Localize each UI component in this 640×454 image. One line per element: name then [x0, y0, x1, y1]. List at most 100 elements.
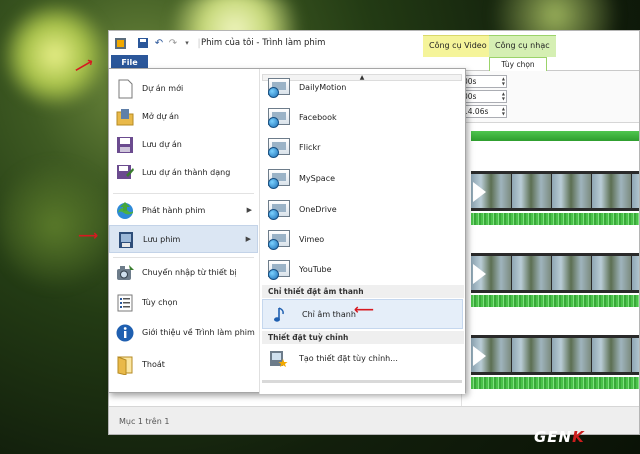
submenu-item-flickr[interactable]: Flickr	[260, 133, 466, 163]
info-icon	[115, 323, 135, 343]
item-count-status: Mục 1 trên 1	[119, 417, 170, 426]
submenu-item-onedrive[interactable]: OneDrive	[260, 195, 466, 225]
submenu-item-label: Facebook	[299, 113, 337, 122]
audio-waveform[interactable]	[471, 377, 639, 389]
spinner-arrows-icon[interactable]: ▲ ▼	[502, 106, 505, 116]
annotation-arrow-save-movie-icon: ⟶	[78, 228, 99, 244]
device-screen-icon	[268, 78, 290, 98]
menu-item-label: Phát hành phim	[142, 206, 206, 215]
menu-item-new-project[interactable]: Dự án mới	[109, 75, 258, 103]
submenu-item-label: OneDrive	[299, 205, 337, 214]
menu-separator	[113, 193, 254, 194]
tab-options[interactable]: Tùy chọn	[489, 57, 547, 72]
music-note-icon	[271, 305, 293, 325]
play-marker-icon	[473, 182, 486, 202]
submenu-item-vimeo[interactable]: Vimeo	[260, 225, 466, 255]
submenu-item-label: DailyMotion	[299, 83, 347, 92]
save-movie-submenu: ▲ DailyMotion Facebook Flickr MySpace On…	[259, 69, 465, 394]
frame-divider	[511, 338, 512, 372]
tab-video-tools[interactable]: Công cụ Video	[423, 35, 493, 57]
audio-waveform[interactable]	[471, 295, 639, 307]
menu-item-about[interactable]: Giới thiệu về Trình làm phim	[109, 319, 258, 347]
menu-item-save-movie[interactable]: Lưu phim ▶	[109, 225, 258, 253]
menu-separator	[113, 257, 254, 258]
background-flower	[0, 0, 110, 110]
music-track-bar[interactable]	[471, 131, 639, 141]
video-clip[interactable]	[471, 171, 639, 211]
frame-divider	[631, 174, 632, 208]
submenu-arrow-icon: ▶	[246, 206, 252, 214]
globe-badge-icon	[268, 239, 279, 250]
spinner-arrows-icon[interactable]: ▲ ▼	[502, 76, 505, 86]
end-time-spinner[interactable]: 00s ▲ ▼	[459, 90, 507, 103]
publish-globe-icon	[115, 201, 135, 221]
submenu-item-facebook[interactable]: Facebook	[260, 103, 466, 133]
import-camera-icon	[115, 263, 135, 283]
spinner-value: 14.06s	[463, 107, 489, 116]
menu-item-label: Mở dự án	[142, 112, 180, 121]
menu-item-label: Lưu dự án thành dạng	[142, 168, 231, 177]
menu-item-save-project[interactable]: Lưu dự án	[109, 131, 258, 159]
submenu-item-dailymotion[interactable]: DailyMotion	[260, 73, 466, 103]
new-project-icon	[115, 79, 135, 99]
frame-divider	[631, 256, 632, 290]
menu-item-label: Dự án mới	[142, 84, 184, 93]
title-bar: ↶ ↷ ▾ | Phim của tôi - Trình làm phim	[109, 31, 639, 57]
device-screen-icon	[268, 138, 290, 158]
frame-divider	[551, 338, 552, 372]
globe-badge-icon	[268, 178, 279, 189]
duration-spinner[interactable]: 14.06s ▲ ▼	[459, 105, 507, 118]
menu-item-label: Tùy chọn	[142, 298, 178, 307]
submenu-item-myspace[interactable]: MySpace	[260, 164, 466, 194]
globe-badge-icon	[268, 269, 279, 280]
menu-item-label: Lưu phim	[143, 235, 181, 244]
submenu-item-label: Vimeo	[299, 235, 325, 244]
customize-toolbar-icon[interactable]: ▾	[181, 37, 193, 49]
audio-waveform[interactable]	[471, 213, 639, 225]
device-screen-icon	[268, 108, 290, 128]
window-title: Phim của tôi - Trình làm phim	[201, 38, 326, 48]
frame-divider	[591, 338, 592, 372]
menu-item-open-project[interactable]: Mở dự án	[109, 103, 258, 131]
frame-divider	[591, 174, 592, 208]
menu-item-save-as[interactable]: Lưu dự án thành dạng	[109, 159, 258, 187]
submenu-item-create-custom[interactable]: Tạo thiết đặt tùy chỉnh...	[260, 344, 466, 374]
submenu-item-label: Tạo thiết đặt tùy chỉnh...	[299, 354, 398, 363]
start-time-spinner[interactable]: 00s ▲ ▼	[459, 75, 507, 88]
device-screen-icon	[268, 169, 290, 189]
section-header-audio: Chỉ thiết đặt âm thanh	[262, 285, 464, 298]
tab-music-tools[interactable]: Công cụ nhạc	[489, 35, 556, 57]
submenu-arrow-icon: ▶	[245, 235, 251, 243]
globe-badge-icon	[268, 147, 279, 158]
save-as-icon	[115, 163, 135, 183]
spinner-arrows-icon[interactable]: ▲ ▼	[502, 91, 505, 101]
submenu-bottom-edge	[262, 380, 462, 383]
globe-badge-icon	[268, 87, 279, 98]
menu-item-import-device[interactable]: Chuyển nhập từ thiết bị	[109, 259, 258, 287]
globe-badge-icon	[268, 117, 279, 128]
video-clip[interactable]	[471, 253, 639, 293]
genk-watermark-logo: GENK	[534, 428, 585, 446]
save-icon[interactable]	[137, 37, 149, 49]
options-icon	[115, 293, 135, 313]
menu-item-exit[interactable]: Thoát	[109, 351, 258, 379]
background-flower	[0, 150, 110, 300]
menu-item-label: Thoát	[142, 360, 165, 369]
menu-item-label: Giới thiệu về Trình làm phim	[142, 328, 255, 337]
device-screen-icon	[268, 200, 290, 220]
submenu-item-label: YouTube	[299, 265, 332, 274]
globe-badge-icon	[268, 209, 279, 220]
frame-divider	[591, 256, 592, 290]
menu-item-options[interactable]: Tùy chọn	[109, 289, 258, 317]
open-project-icon	[115, 107, 135, 127]
video-clip[interactable]	[471, 335, 639, 375]
frame-divider	[511, 174, 512, 208]
menu-item-publish-movie[interactable]: Phát hành phim ▶	[109, 197, 258, 225]
file-menu: Dự án mới Mở dự án Lưu dự án Lưu dự án t…	[108, 68, 466, 394]
undo-icon[interactable]: ↶	[153, 37, 165, 49]
section-header-custom: Thiết đặt tuỳ chỉnh	[262, 331, 464, 344]
redo-icon[interactable]: ↷	[167, 37, 179, 49]
submenu-item-youtube[interactable]: YouTube	[260, 255, 466, 285]
frame-divider	[551, 256, 552, 290]
submenu-item-label: Flickr	[299, 143, 321, 152]
